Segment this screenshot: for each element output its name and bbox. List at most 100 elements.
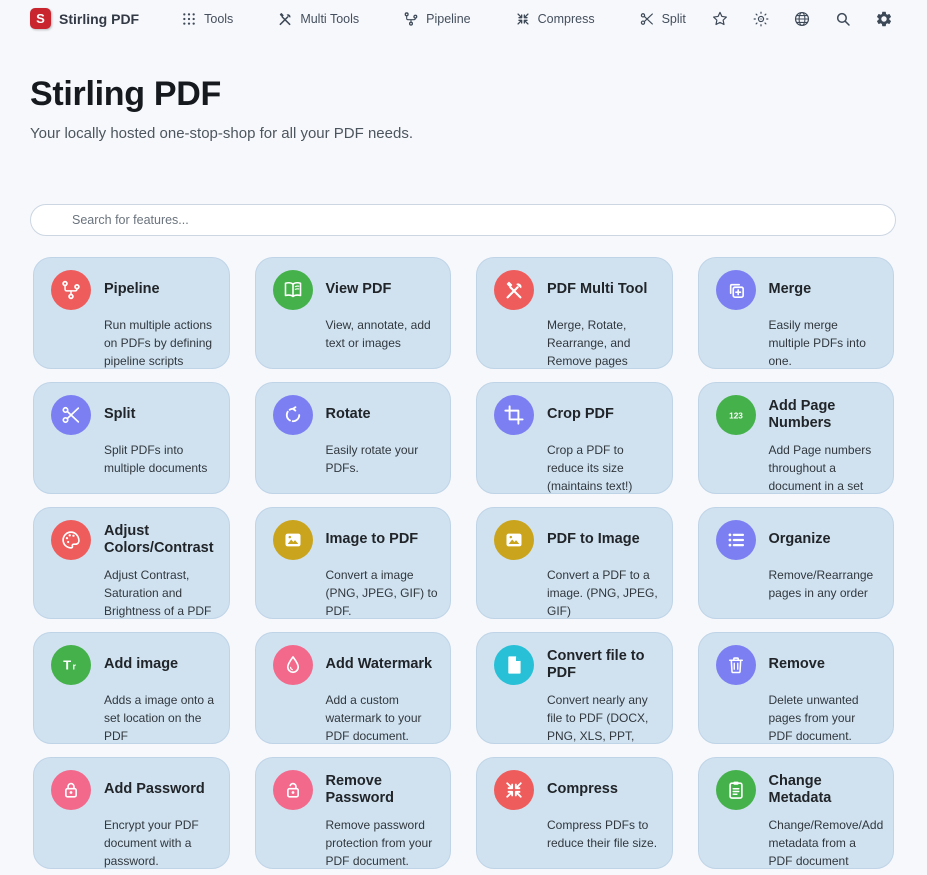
favourites-button[interactable] [711, 10, 729, 28]
card-description: View, annotate, add text or images [326, 316, 439, 352]
unlock-icon [282, 779, 304, 801]
nav-item-pipeline[interactable]: Pipeline [403, 11, 470, 27]
nav-item-compress[interactable]: Compress [515, 11, 595, 27]
feature-card-grid: Pipeline Run multiple actions on PDFs by… [33, 257, 894, 869]
card-description: Add a custom watermark to your PDF docum… [326, 691, 439, 744]
card-title: View PDF [326, 281, 392, 298]
card-header: Remove Password [273, 770, 439, 810]
svg-text:T: T [63, 657, 71, 672]
card-merge[interactable]: Merge Easily merge multiple PDFs into on… [698, 257, 895, 369]
brand-home-link[interactable]: S Stirling PDF [30, 8, 139, 29]
card-icon-badge [273, 770, 313, 810]
card-icon-badge: 123 [716, 395, 756, 435]
card-header: PDF to Image [494, 520, 660, 560]
nav-item-multi-tools[interactable]: Multi Tools [277, 11, 359, 27]
card-header: Crop PDF [494, 395, 660, 435]
card-convert-file-to-pdf[interactable]: Convert file to PDF Convert nearly any f… [476, 632, 673, 744]
settings-button[interactable] [875, 10, 893, 28]
card-view-pdf[interactable]: View PDF View, annotate, add text or ima… [255, 257, 452, 369]
card-description: Run multiple actions on PDFs by defining… [104, 316, 217, 369]
card-description: Split PDFs into multiple documents [104, 441, 217, 477]
card-remove[interactable]: Remove Delete unwanted pages from your P… [698, 632, 895, 744]
stirling-pdf-app: S Stirling PDF Tools Multi Tools Pipelin… [0, 0, 927, 875]
scissors-icon [639, 11, 655, 27]
card-image-to-pdf[interactable]: Image to PDF Convert a image (PNG, JPEG,… [255, 507, 452, 619]
pipeline-icon [403, 11, 419, 27]
card-icon-badge: Tr [51, 645, 91, 685]
nav-item-label: Split [662, 12, 686, 26]
card-header: Organize [716, 520, 882, 560]
stirling-logo-icon: S [30, 8, 51, 29]
card-header: Change Metadata [716, 770, 882, 810]
card-compress[interactable]: Compress Compress PDFs to reduce their f… [476, 757, 673, 869]
apps-grid-icon [181, 11, 197, 27]
globe-icon [793, 10, 811, 28]
card-icon-badge [494, 645, 534, 685]
card-title: Add Watermark [326, 656, 433, 673]
card-icon-badge [51, 395, 91, 435]
pipeline-icon [60, 279, 82, 301]
file-icon [503, 654, 525, 676]
card-icon-badge [273, 645, 313, 685]
card-title: Add Password [104, 781, 205, 798]
card-pdf-to-image[interactable]: PDF to Image Convert a PDF to a image. (… [476, 507, 673, 619]
card-icon-badge [494, 270, 534, 310]
card-header: Split [51, 395, 217, 435]
theme-toggle-button[interactable] [752, 10, 770, 28]
card-pipeline[interactable]: Pipeline Run multiple actions on PDFs by… [33, 257, 230, 369]
card-description: Convert nearly any file to PDF (DOCX, PN… [547, 691, 660, 744]
card-organize[interactable]: Organize Remove/Rearrange pages in any o… [698, 507, 895, 619]
card-title: Add image [104, 656, 178, 673]
crop-icon [503, 404, 525, 426]
card-icon-badge [716, 270, 756, 310]
card-title: Merge [769, 281, 812, 298]
card-crop-pdf[interactable]: Crop PDF Crop a PDF to reduce its size (… [476, 382, 673, 494]
multi-tools-icon [277, 11, 293, 27]
water-drop-icon [282, 654, 304, 676]
card-split[interactable]: Split Split PDFs into multiple documents [33, 382, 230, 494]
card-rotate[interactable]: Rotate Easily rotate your PDFs. [255, 382, 452, 494]
card-title: Image to PDF [326, 531, 419, 548]
image-icon [282, 529, 304, 551]
nav-item-tools[interactable]: Tools [181, 11, 233, 27]
card-description: Adds a image onto a set location on the … [104, 691, 217, 744]
card-description: Merge, Rotate, Rearrange, and Remove pag… [547, 316, 660, 369]
card-description: Encrypt your PDF document with a passwor… [104, 816, 217, 869]
text-format-icon: Tr [60, 654, 82, 676]
card-add-image[interactable]: Tr Add image Adds a image onto a set loc… [33, 632, 230, 744]
card-change-metadata[interactable]: Change Metadata Change/Remove/Add metada… [698, 757, 895, 869]
nav-actions [711, 10, 907, 28]
card-title: Adjust Colors/Contrast [104, 523, 217, 558]
compress-icon [515, 11, 531, 27]
page-title: Stirling PDF [30, 75, 897, 114]
card-add-watermark[interactable]: Add Watermark Add a custom watermark to … [255, 632, 452, 744]
search-input[interactable] [70, 212, 881, 228]
card-header: Merge [716, 270, 882, 310]
svg-text:r: r [72, 661, 76, 671]
nav-item-label: Tools [204, 12, 233, 26]
nav-item-label: Multi Tools [300, 12, 359, 26]
card-description: Change/Remove/Add metadata from a PDF do… [769, 816, 882, 869]
card-pdf-multi-tool[interactable]: PDF Multi Tool Merge, Rotate, Rearrange,… [476, 257, 673, 369]
search-button[interactable] [834, 10, 852, 28]
card-add-page-numbers[interactable]: 123 Add Page Numbers Add Page numbers th… [698, 382, 895, 494]
brand-label: Stirling PDF [59, 11, 139, 27]
card-title: Add Page Numbers [769, 398, 882, 433]
list-icon [725, 529, 747, 551]
card-description: Remove password protection from your PDF… [326, 816, 439, 869]
card-header: Pipeline [51, 270, 217, 310]
image-icon [503, 529, 525, 551]
nav-menu: Tools Multi Tools Pipeline Compress Spli… [181, 11, 686, 27]
card-description: Easily rotate your PDFs. [326, 441, 439, 477]
card-add-password[interactable]: Add Password Encrypt your PDF document w… [33, 757, 230, 869]
card-title: Change Metadata [769, 773, 882, 808]
card-description: Add Page numbers throughout a document i… [769, 441, 882, 494]
nav-item-split[interactable]: Split [639, 11, 686, 27]
card-adjust-colors-contrast[interactable]: Adjust Colors/Contrast Adjust Contrast, … [33, 507, 230, 619]
card-remove-password[interactable]: Remove Password Remove password protecti… [255, 757, 452, 869]
compress-icon [503, 779, 525, 801]
clipboard-icon [725, 779, 747, 801]
page-subtitle: Your locally hosted one-stop-shop for al… [30, 125, 897, 142]
language-button[interactable] [793, 10, 811, 28]
card-header: PDF Multi Tool [494, 270, 660, 310]
